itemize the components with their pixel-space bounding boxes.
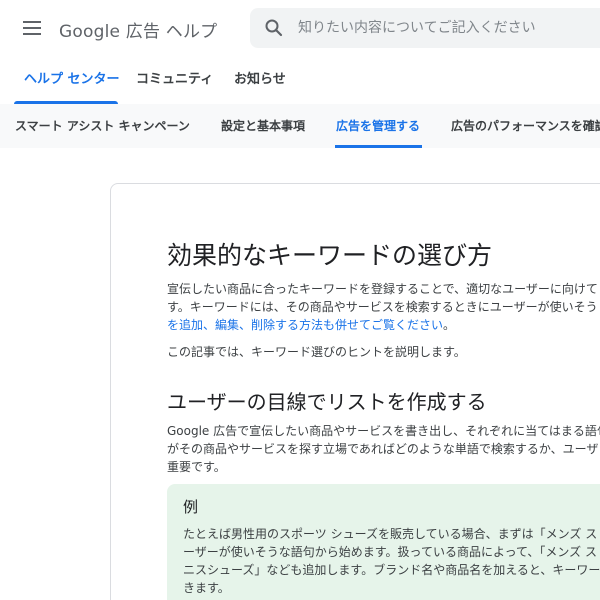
manage-keywords-link[interactable]: を追加、編集、削除する方法も併せてご覧ください: [167, 318, 443, 332]
section-line-3: 重要です。: [167, 460, 226, 474]
nav-check-ad-performance[interactable]: 広告のパフォーマンスを確認: [451, 104, 600, 148]
help-page: Google 広告 ヘルプ ヘルプ センター コミュニティ お知らせ スマート …: [0, 0, 600, 600]
tab-announcements[interactable]: お知らせ: [234, 56, 286, 104]
section-heading: ユーザーの目線でリストを作成する: [167, 390, 487, 414]
active-nav-indicator: [335, 145, 422, 148]
product-title[interactable]: Google 広告 ヘルプ: [59, 17, 217, 42]
secondary-nav: スマート アシスト キャンペーン 設定と基本事項 広告を管理する 広告のパフォー…: [0, 104, 600, 148]
article-summary: この記事では、キーワード選びのヒントを説明します。: [167, 345, 466, 359]
nav-settings-basics[interactable]: 設定と基本事項: [221, 104, 305, 148]
section-line-1: Google 広告で宣伝したい商品やサービスを書き出し、それぞれに当てはまる語句: [167, 424, 600, 438]
section-line-2: がその商品やサービスを探す立場であればどのような単語で検索するか、ユーザ: [167, 442, 599, 456]
search-box[interactable]: [250, 8, 600, 48]
example-line-1: たとえば男性用のスポーツ シューズを販売している場合、まずは「メンズ ス: [183, 527, 598, 541]
tab-community[interactable]: コミュニティ: [136, 56, 213, 104]
search-icon[interactable]: [264, 18, 284, 38]
intro-line-1: 宣伝したい商品に合ったキーワードを登録することで、適切なユーザーに向けて: [167, 282, 598, 296]
example-title: 例: [183, 498, 199, 516]
article-title: 効果的なキーワードの選び方: [167, 241, 493, 270]
intro-link-suffix: 。: [443, 318, 456, 332]
example-line-3: ニスシューズ」なども追加します。ブランド名や商品名を加えると、キーワー: [183, 563, 600, 577]
intro-line-2: す。キーワードには、その商品やサービスを検索するときにユーザーが使いそう: [167, 300, 598, 314]
top-header: Google 広告 ヘルプ: [0, 0, 600, 56]
search-input[interactable]: [298, 8, 600, 48]
intro-line-3: を追加、編集、削除する方法も併せてご覧ください。: [167, 316, 600, 334]
main-menu-button[interactable]: [16, 12, 48, 44]
tab-help-center[interactable]: ヘルプ センター: [24, 56, 120, 104]
hamburger-menu-icon: [23, 21, 41, 35]
primary-tabs: ヘルプ センター コミュニティ お知らせ: [0, 56, 600, 104]
example-line-2: ーザーが使いそうな語句から始めます。扱っている商品によって、「メンズ ス: [183, 545, 597, 559]
nav-manage-ads[interactable]: 広告を管理する: [336, 104, 420, 148]
nav-smart-assist-campaign[interactable]: スマート アシスト キャンペーン: [15, 104, 190, 148]
example-line-4: きます。: [183, 581, 230, 595]
